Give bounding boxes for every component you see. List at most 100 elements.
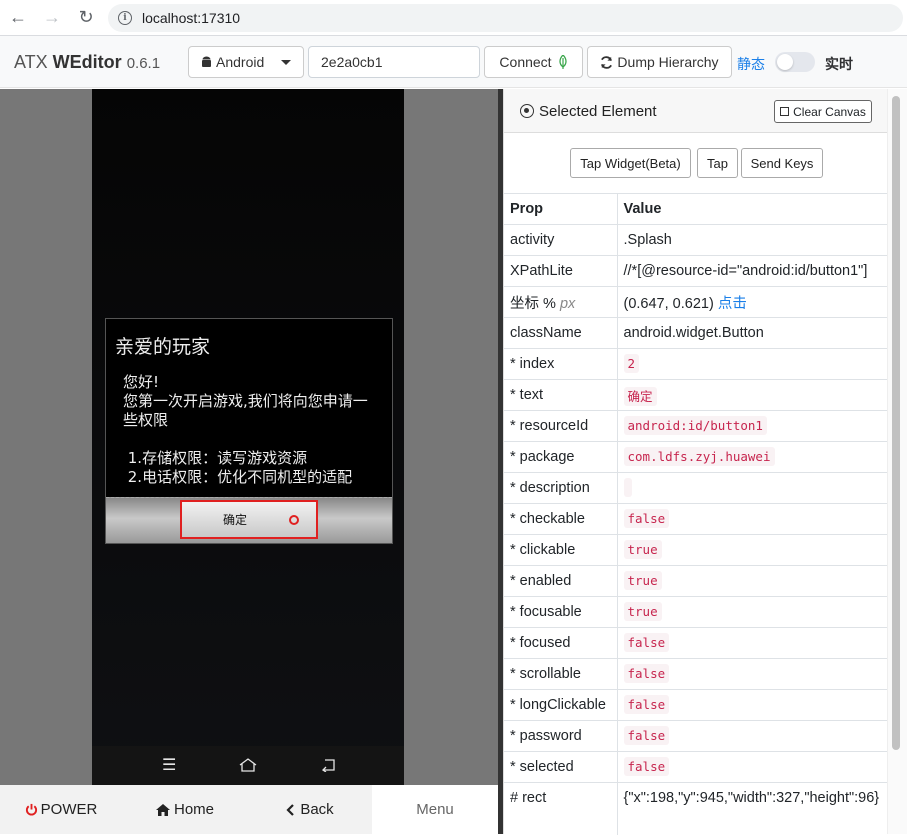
prop-name: activity — [504, 224, 618, 256]
url-text: localhost:17310 — [142, 10, 241, 26]
android-icon — [202, 56, 211, 67]
power-icon — [25, 803, 37, 816]
square-icon — [780, 107, 790, 116]
prop-label: * text — [510, 387, 544, 403]
clear-canvas-label: Clear Canvas — [793, 104, 866, 119]
code-value: android:id/button1 — [623, 416, 767, 435]
prop-label: # rect — [510, 790, 547, 806]
code-value: false — [623, 695, 670, 714]
dialog-line: 您好! — [123, 373, 160, 391]
text-value: .Splash — [623, 232, 672, 248]
tap-button[interactable]: Tap — [697, 148, 738, 178]
prop-name: * longClickable — [504, 689, 618, 721]
prop-name: * focused — [504, 627, 618, 659]
prop-name: * focusable — [504, 596, 618, 628]
code-value: true — [623, 540, 662, 559]
code-value — [623, 478, 632, 497]
tap-widget-button[interactable]: Tap Widget(Beta) — [570, 148, 691, 178]
text-value: android.widget.Button — [623, 325, 764, 341]
table-row: XPathLite //*[@resource-id="android:id/bu… — [504, 255, 888, 287]
prop-value: com.ldfs.zyj.huawei — [617, 441, 888, 473]
address-bar[interactable]: i localhost:17310 — [108, 4, 903, 32]
table-row: * enabled true — [504, 565, 888, 597]
prop-name: 坐标 % px — [504, 286, 618, 318]
value-column-header: Value — [617, 193, 888, 225]
prop-value: false — [617, 720, 888, 752]
panel-header: Selected Element Clear Canvas — [504, 89, 888, 133]
text-value: //*[@resource-id="android:id/button1"] — [623, 263, 868, 279]
prop-value: false — [617, 503, 888, 535]
forward-arrow-icon[interactable]: → — [36, 2, 68, 34]
prop-name: # rect — [504, 782, 618, 835]
ok-label: 确定 — [222, 513, 247, 527]
prop-label: * enabled — [510, 573, 572, 589]
connect-button[interactable]: Connect — [484, 46, 583, 78]
prop-value: android.widget.Button — [617, 317, 888, 349]
prop-label: * package — [510, 449, 575, 465]
panel-scrollbar-thumb[interactable] — [892, 96, 900, 750]
code-value: true — [623, 571, 662, 590]
brand-prefix: ATX — [14, 52, 53, 72]
prop-label: * focused — [510, 635, 571, 651]
home-label: Home — [173, 801, 214, 818]
chevron-left-icon — [286, 803, 295, 816]
home-icon — [155, 803, 170, 816]
panel-title: Selected Element — [520, 102, 657, 120]
realtime-mode-label[interactable]: 实时 — [825, 54, 853, 74]
prop-value — [617, 472, 888, 504]
prop-label: * clickable — [510, 542, 576, 558]
info-icon[interactable]: i — [118, 11, 132, 25]
menu-button[interactable]: Menu — [372, 785, 498, 834]
dialog-title: 亲爱的玩家 — [115, 336, 211, 358]
click-position-marker — [289, 515, 299, 525]
click-link[interactable]: 点击 — [718, 296, 747, 312]
prop-value: //*[@resource-id="android:id/button1"] — [617, 255, 888, 287]
table-row: * description — [504, 472, 888, 504]
dump-hierarchy-button[interactable]: Dump Hierarchy — [587, 46, 732, 78]
prop-label: activity — [510, 232, 555, 248]
dialog-line: 您第一次开启游戏,我们将向您申请一 — [123, 392, 368, 410]
table-row: * scrollable false — [504, 658, 888, 690]
code-value: false — [623, 664, 670, 683]
device-id-input[interactable]: 2e2a0cb1 — [308, 46, 480, 78]
table-row: * checkable false — [504, 503, 888, 535]
static-mode-label[interactable]: 静态 — [737, 54, 765, 74]
back-button[interactable]: Back — [248, 785, 372, 834]
reload-icon[interactable]: ↻ — [70, 2, 102, 34]
table-row: * selected false — [504, 751, 888, 783]
send-keys-button[interactable]: Send Keys — [741, 148, 823, 178]
table-row: * focused false — [504, 627, 888, 659]
back-arrow-icon[interactable]: ← — [2, 2, 34, 34]
text-value: (0.647, 0.621) — [623, 295, 714, 312]
prop-label: className — [510, 325, 582, 341]
dialog-line: 些权限 — [123, 411, 169, 429]
prop-value: false — [617, 689, 888, 721]
toggle-knob — [777, 54, 793, 70]
leaf-icon — [558, 55, 567, 69]
panel-title-text: Selected Element — [539, 103, 657, 120]
platform-dropdown[interactable]: Android — [188, 46, 304, 78]
device-controls-bar: POWER Home Back Menu — [0, 785, 498, 834]
clear-canvas-button[interactable]: Clear Canvas — [774, 100, 872, 123]
code-value: true — [623, 602, 662, 621]
home-button[interactable]: Home — [122, 785, 248, 834]
home-icon[interactable] — [238, 757, 258, 773]
prop-label: * focusable — [510, 604, 582, 620]
table-row: * text 确定 — [504, 379, 888, 411]
prop-name: XPathLite — [504, 255, 618, 287]
prop-value: .Splash — [617, 224, 888, 256]
menu-icon[interactable]: ☰ — [162, 755, 176, 775]
back-icon[interactable] — [321, 758, 337, 772]
table-row: * longClickable false — [504, 689, 888, 721]
prop-label: * checkable — [510, 511, 585, 527]
table-row: 坐标 % px (0.647, 0.621) 点击 — [504, 286, 888, 318]
prop-label: * scrollable — [510, 666, 581, 682]
prop-label: * longClickable — [510, 697, 606, 713]
prop-name: * selected — [504, 751, 618, 783]
prop-suffix: px — [559, 295, 576, 312]
mode-toggle[interactable] — [775, 52, 815, 72]
power-button[interactable]: POWER — [0, 785, 122, 834]
refresh-icon — [601, 55, 613, 69]
prop-name: className — [504, 317, 618, 349]
power-label: POWER — [40, 801, 98, 818]
